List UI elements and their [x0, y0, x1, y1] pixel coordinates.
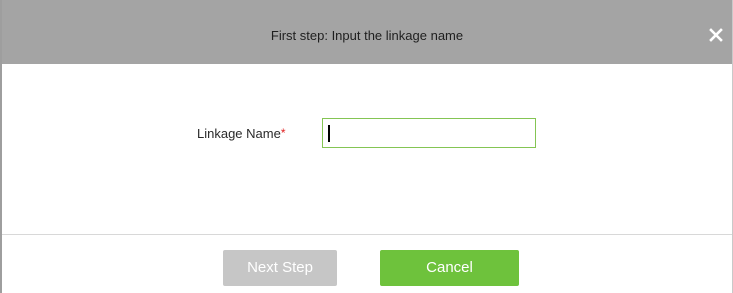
- linkage-dialog: First step: Input the linkage name Linka…: [0, 0, 733, 293]
- linkage-name-label-text: Linkage Name: [197, 126, 281, 141]
- footer-divider: [2, 234, 732, 235]
- close-icon[interactable]: [708, 27, 724, 43]
- cancel-button[interactable]: Cancel: [380, 250, 519, 286]
- linkage-name-label: Linkage Name*: [197, 126, 286, 141]
- linkage-name-row: Linkage Name*: [2, 118, 732, 150]
- text-caret: [328, 125, 330, 142]
- required-marker: *: [280, 126, 286, 140]
- close-icon-glyph: [709, 28, 723, 42]
- dialog-title: First step: Input the linkage name: [270, 28, 464, 43]
- linkage-name-input[interactable]: [322, 118, 536, 148]
- next-step-button[interactable]: Next Step: [223, 250, 337, 286]
- dialog-titlebar: First step: Input the linkage name: [2, 0, 732, 64]
